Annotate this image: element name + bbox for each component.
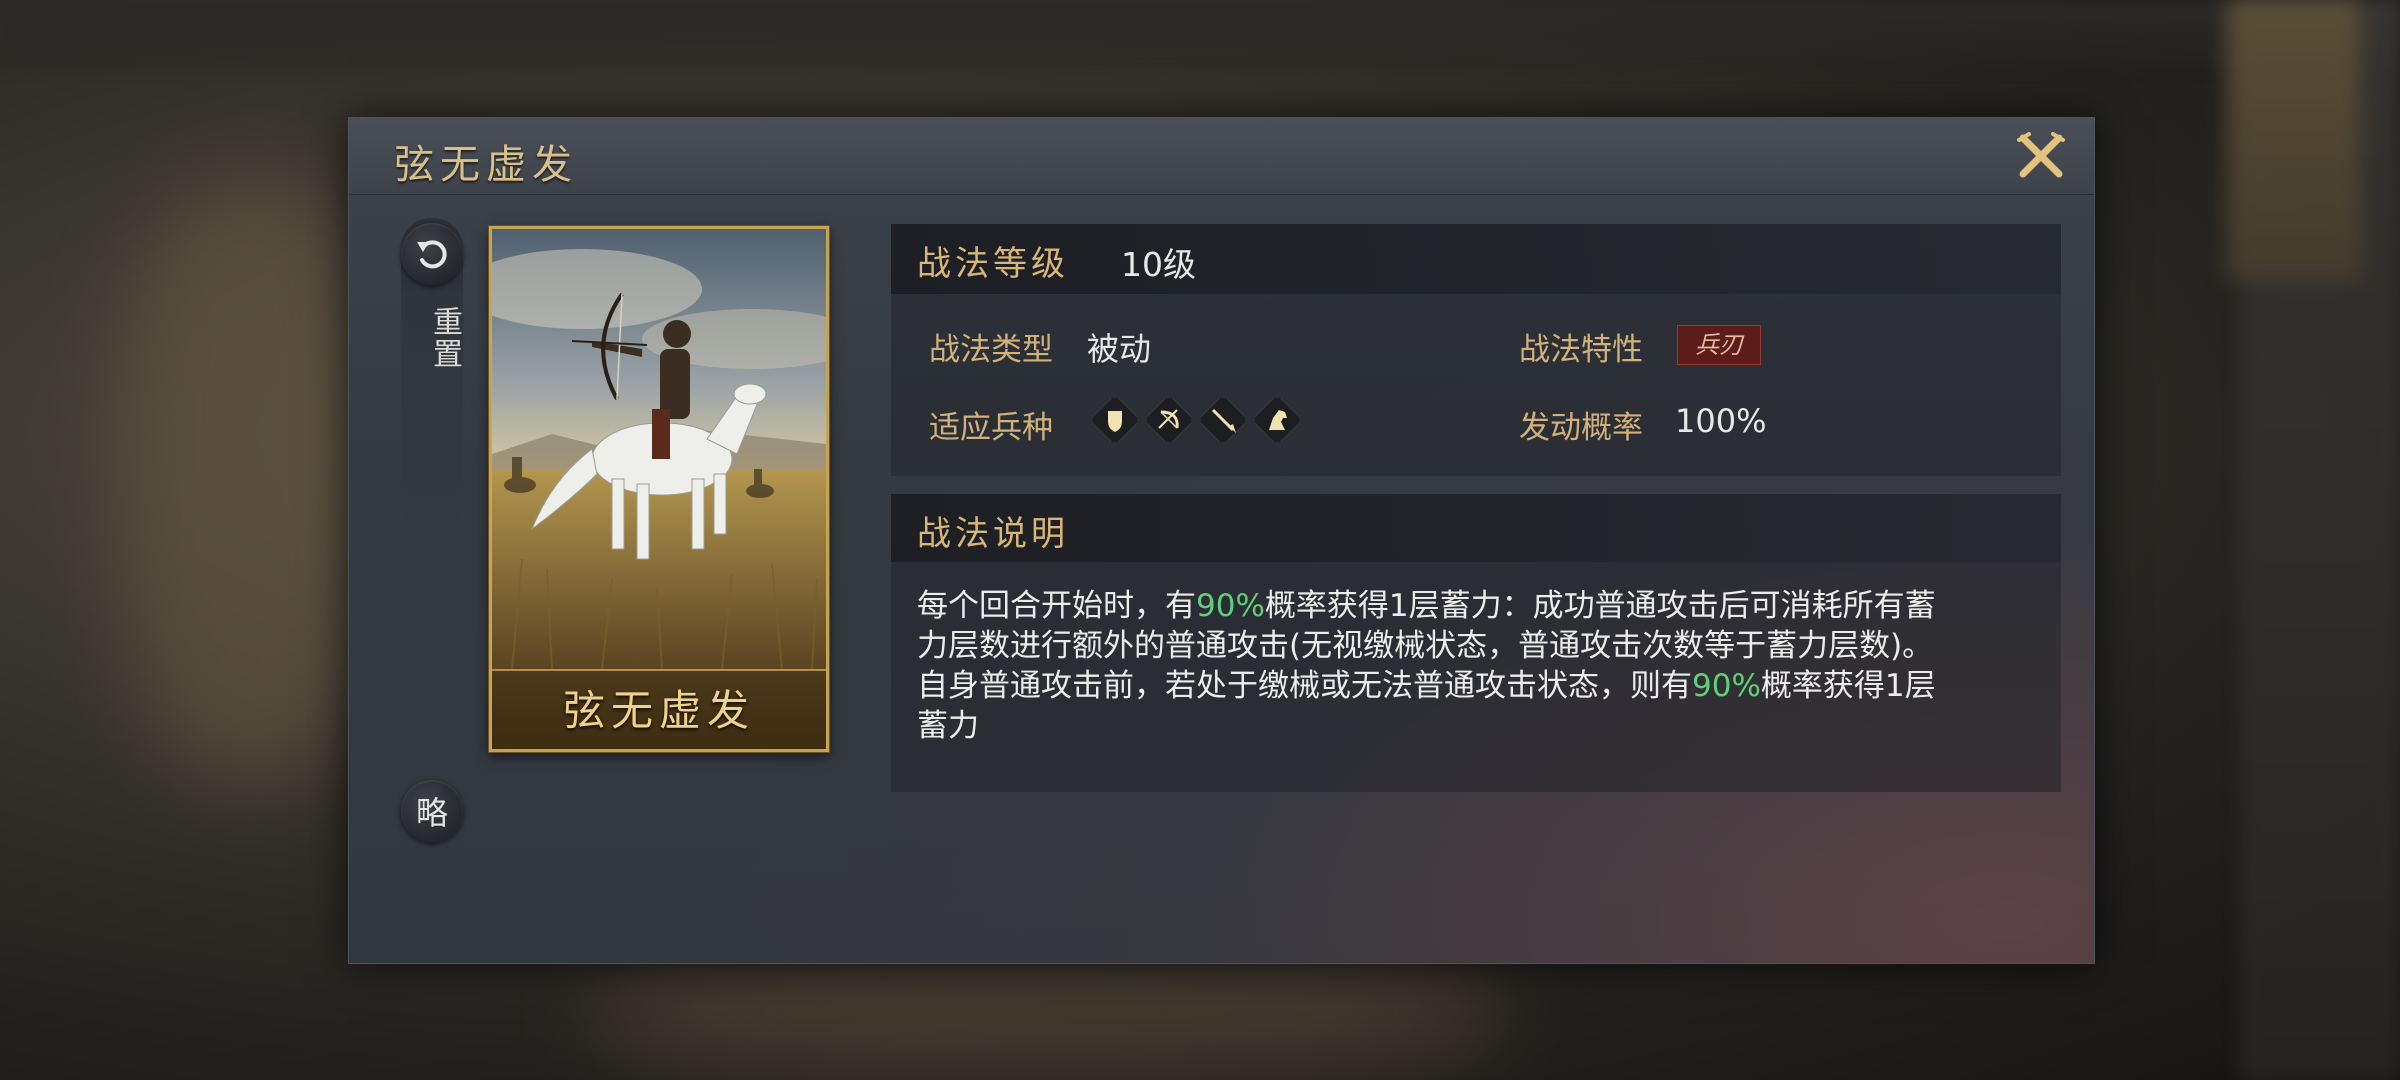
undo-icon bbox=[417, 240, 447, 269]
background-gold-box bbox=[2225, 0, 2360, 280]
chance-value: 100% bbox=[1675, 402, 1767, 440]
horse-icon bbox=[1255, 398, 1299, 442]
attributes-panel: 战法等级 10级 战法类型 被动 战法特性 兵刃 适应兵种 发动概率 100% bbox=[891, 224, 2061, 476]
level-value: 10级 bbox=[1121, 245, 1196, 284]
description-text-part: 每个回合开始时，有 bbox=[917, 588, 1196, 624]
description-panel: 战法说明 每个回合开始时，有90%概率获得1层蓄力：成功普通攻击后可消耗所有蓄力… bbox=[891, 494, 2061, 792]
reset-button[interactable] bbox=[401, 223, 463, 285]
troops-label: 适应兵种 bbox=[929, 410, 1053, 446]
close-icon bbox=[2017, 132, 2065, 178]
summary-label: 略 bbox=[415, 794, 448, 832]
description-text-part: 力层数进行额外的普通攻击(无视缴械状态，普通攻击次数等于蓄力层数)。 bbox=[917, 628, 1934, 664]
description-label: 战法说明 bbox=[917, 514, 1069, 554]
summary-button[interactable]: 略 bbox=[401, 780, 463, 842]
dialog-header: 弦无虚发 bbox=[349, 118, 2094, 195]
description-chance-highlight: 90% bbox=[1692, 668, 1761, 704]
description-text-part: 蓄力 bbox=[917, 708, 979, 744]
description-text-part: 自身普通攻击前，若处于缴械或无法普通攻击状态，则有 bbox=[917, 668, 1692, 704]
bow-icon bbox=[1147, 398, 1191, 442]
trait-badge: 兵刃 bbox=[1677, 325, 1761, 365]
shield-icon bbox=[1093, 398, 1137, 442]
card-artwork bbox=[492, 229, 826, 669]
trait-label: 战法特性 bbox=[1519, 332, 1643, 368]
description-chance-highlight: 90% bbox=[1196, 588, 1265, 624]
reset-label[interactable]: 重置 bbox=[401, 306, 463, 370]
skill-card: 弦无虚发 bbox=[489, 226, 829, 752]
card-name: 弦无虚发 bbox=[562, 686, 755, 735]
skill-detail-dialog: 弦无虚发 重置 略 弦无虚发 战法等级 10级 战法类型 被动 战法特性 兵刃 … bbox=[348, 117, 2095, 964]
type-value: 被动 bbox=[1087, 330, 1152, 368]
chance-label: 发动概率 bbox=[1519, 410, 1643, 446]
dialog-title: 弦无虚发 bbox=[394, 142, 578, 188]
background-blur bbox=[120, 180, 380, 780]
description-text-part: 概率获得1层蓄力：成功普通攻击后可消耗所有蓄 bbox=[1264, 588, 1936, 624]
level-label: 战法等级 bbox=[917, 244, 1069, 284]
background-top-strip bbox=[0, 0, 2400, 70]
description-text: 每个回合开始时，有90%概率获得1层蓄力：成功普通攻击后可消耗所有蓄 力层数进行额… bbox=[917, 586, 2047, 746]
type-label: 战法类型 bbox=[929, 332, 1053, 368]
spear-icon bbox=[1201, 398, 1245, 442]
close-button[interactable] bbox=[2011, 126, 2071, 186]
description-text-part: 概率获得1层 bbox=[1760, 668, 1936, 704]
